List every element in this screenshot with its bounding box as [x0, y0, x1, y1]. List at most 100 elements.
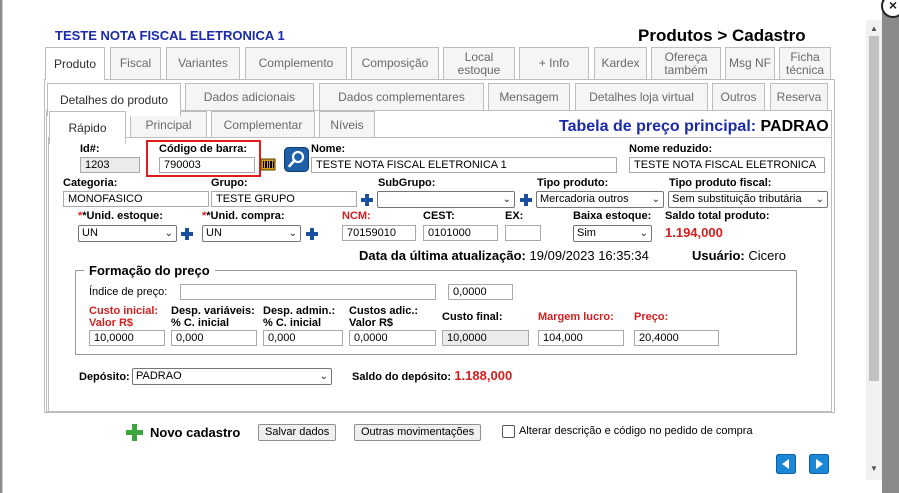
tab-dados-adicionais[interactable]: Dados adicionais — [185, 83, 314, 110]
name-field[interactable]: TESTE NOTA FISCAL ELETRONICA 1 — [311, 157, 617, 173]
deposit-select[interactable]: PADRAO ⌄ — [132, 368, 332, 385]
fiscal-type-value: Sem substituição tributária — [672, 193, 802, 205]
initial-cost-field[interactable]: 10,0000 — [89, 330, 165, 346]
category-field[interactable]: MONOFASICO — [63, 191, 209, 207]
scroll-up-arrow[interactable]: ▲ — [866, 22, 882, 36]
profit-margin-field[interactable]: 104,000 — [538, 330, 624, 346]
tab-dados-complementares[interactable]: Dados complementares — [319, 83, 484, 110]
product-type-value: Mercadoria outros — [540, 193, 629, 205]
subgroup-select[interactable]: ⌄ — [377, 191, 515, 208]
admin-expenses-label: Desp. admin.:% C. inicial — [263, 305, 335, 329]
tab-local-estoque[interactable]: Local estoque — [443, 47, 515, 79]
profit-margin-label: Margem lucro: — [538, 311, 614, 323]
new-record-button[interactable]: Novo cadastro — [125, 423, 240, 442]
ncm-field[interactable]: 70159010 — [342, 225, 416, 241]
product-type-select[interactable]: Mercadoria outros ⌄ — [536, 191, 664, 208]
barcode-field[interactable]: 790003 — [159, 157, 255, 173]
deposit-balance: Saldo do depósito: 1.188,000 — [352, 368, 512, 383]
subgroup-label: SubGrupo: — [378, 177, 436, 189]
stock-unit-label-text: *Unid. estoque: — [82, 210, 163, 222]
additional-costs-field[interactable]: 0,0000 — [349, 330, 436, 346]
fiscal-type-select[interactable]: Sem substituição tributária ⌄ — [668, 191, 828, 208]
admin-expenses-field[interactable]: 0,000 — [263, 330, 343, 346]
close-button[interactable]: × — [881, 0, 899, 18]
last-update-label: Data da última atualização: — [359, 248, 526, 263]
total-balance-value: 1.194,000 — [665, 225, 723, 240]
last-update-value: 19/09/2023 16:35:34 — [529, 248, 649, 263]
price-index-rate-field[interactable]: 0,0000 — [448, 284, 513, 300]
tab-reserva[interactable]: Reserva — [770, 83, 828, 110]
stock-unit-select[interactable]: UN ⌄ — [78, 225, 177, 242]
variable-expenses-field[interactable]: 0,000 — [171, 330, 257, 346]
stock-down-select[interactable]: Sim ⌄ — [573, 225, 652, 242]
admin-expenses-label-line1: Desp. admin.: — [263, 305, 336, 317]
other-movements-button[interactable]: Outras movimentações — [354, 424, 482, 441]
tab-variantes[interactable]: Variantes — [166, 47, 240, 79]
price-table-value: PADRAO — [760, 118, 829, 135]
deposit-balance-label: Saldo do depósito: — [352, 371, 451, 383]
add-stock-unit-icon[interactable] — [180, 227, 194, 241]
tab-produto[interactable]: Produto — [45, 47, 105, 80]
price-index-label: Índice de preço: — [89, 286, 168, 298]
scroll-down-arrow[interactable]: ▼ — [866, 462, 882, 476]
price-index-field[interactable] — [180, 284, 436, 300]
tab-rapido[interactable]: Rápido — [49, 111, 126, 144]
add-purchase-unit-icon[interactable] — [305, 227, 319, 241]
tab-msg-nf[interactable]: Msg NF — [725, 47, 775, 79]
initial-cost-label-line2: Valor R$ — [89, 317, 134, 329]
tab-complemento[interactable]: Complemento — [245, 47, 347, 79]
chevron-down-icon: ⌄ — [319, 371, 328, 382]
tab-outros[interactable]: Outros — [712, 83, 765, 110]
tab-composicao[interactable]: Composição — [351, 47, 439, 79]
purchase-unit-value: UN — [206, 227, 222, 239]
deposit-balance-value: 1.188,000 — [454, 368, 513, 383]
short-name-field[interactable]: TESTE NOTA FISCAL ELETRONICA — [629, 157, 825, 173]
ncm-label: NCM: — [342, 210, 371, 222]
cest-field[interactable]: 0101000 — [423, 225, 498, 241]
purchase-unit-select[interactable]: UN ⌄ — [202, 225, 301, 242]
stock-down-value: Sim — [577, 227, 596, 239]
barcode-label: Código de barra: — [159, 143, 248, 155]
chevron-down-icon: ⌄ — [815, 194, 824, 205]
tab-mensagem[interactable]: Mensagem — [488, 83, 570, 110]
purchase-unit-label: **Unid. compra: — [202, 210, 285, 222]
search-icon[interactable] — [284, 147, 309, 172]
tab-fiscal[interactable]: Fiscal — [110, 47, 161, 79]
previous-arrow-icon[interactable] — [776, 454, 796, 474]
price-field[interactable]: 20,4000 — [634, 330, 719, 346]
price-label: Preço: — [634, 311, 669, 323]
tab-detalhes-loja-virtual[interactable]: Detalhes loja virtual — [575, 83, 708, 110]
barcode-generator-icon[interactable] — [260, 156, 276, 172]
add-subgroup-icon[interactable] — [519, 193, 533, 207]
product-type-label: Tipo produto: — [537, 177, 609, 189]
tab-complementar[interactable]: Complementar — [211, 111, 315, 138]
user-value: Cicero — [748, 248, 786, 263]
ex-field[interactable] — [505, 225, 541, 241]
pricing-legend: Formação do preço — [84, 263, 215, 278]
tab-kardex[interactable]: Kardex — [594, 47, 647, 79]
fiscal-type-label: Tipo produto fiscal: — [669, 177, 772, 189]
chevron-down-icon: ⌄ — [639, 228, 648, 239]
tab-mais-info[interactable]: + Info — [519, 47, 589, 79]
tab-ficha-tecnica[interactable]: Ficha técnica — [779, 47, 831, 79]
next-arrow-icon[interactable] — [809, 454, 829, 474]
alter-description-checkbox[interactable] — [502, 425, 515, 438]
purchase-unit-label-text: *Unid. compra: — [206, 210, 285, 222]
tab-niveis[interactable]: Níveis — [319, 111, 375, 138]
chevron-down-icon: ⌄ — [651, 194, 660, 205]
chevron-down-icon: ⌄ — [164, 228, 173, 239]
scrollbar-thumb[interactable] — [869, 36, 879, 381]
group-field[interactable]: TESTE GRUPO — [211, 191, 357, 207]
save-button[interactable]: Salvar dados — [258, 424, 337, 441]
cest-label: CEST: — [423, 210, 455, 222]
variable-expenses-label-line2: % C. inicial — [171, 317, 230, 329]
initial-cost-label-line1: Custo inicial: — [89, 305, 159, 317]
add-group-icon[interactable] — [360, 193, 374, 207]
tab-ofereca-tambem[interactable]: Ofereça também — [651, 47, 721, 79]
last-update-info: Data da última atualização: 19/09/2023 1… — [359, 248, 649, 263]
stock-unit-value: UN — [82, 227, 98, 239]
price-table-heading: Tabela de preço principal: PADRAO — [559, 118, 829, 136]
final-cost-field: 10,0000 — [442, 330, 529, 346]
final-cost-label: Custo final: — [442, 311, 503, 323]
new-record-label: Novo cadastro — [150, 425, 241, 440]
